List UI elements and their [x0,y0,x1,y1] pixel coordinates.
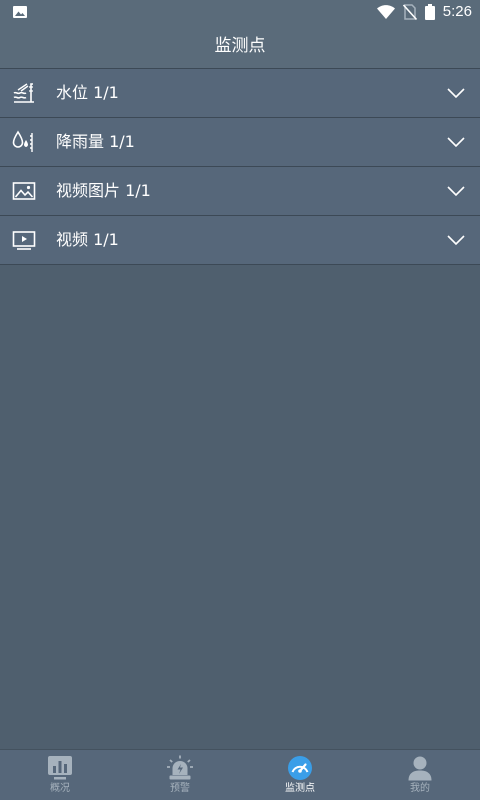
gauge-icon [288,756,312,780]
chevron-down-icon[interactable] [446,184,466,198]
list-item-label: 视频图片 1/1 [56,181,151,200]
tab-profile[interactable]: 我的 [360,750,480,800]
tab-overview[interactable]: 概况 [0,750,120,800]
list-item-rainfall[interactable]: 降雨量 1/1 [0,118,480,167]
tab-monitoring-points[interactable]: 监测点 [240,750,360,800]
status-bar: 5:26 [0,0,480,24]
rainfall-icon [12,130,33,152]
list-item-label: 视频 1/1 [56,230,119,249]
wifi-icon [376,5,395,19]
user-icon [408,756,432,781]
alarm-siren-icon [167,755,193,780]
list-item-label: 降雨量 1/1 [56,132,135,151]
tab-label: 我的 [410,783,430,794]
tab-label: 预警 [170,783,190,794]
list-item-video[interactable]: 视频 1/1 [0,216,480,265]
tab-alerts[interactable]: 预警 [120,750,240,800]
battery-icon [424,4,435,20]
image-icon [12,182,36,200]
list-item-video-images[interactable]: 视频图片 1/1 [0,167,480,216]
chevron-down-icon[interactable] [446,86,466,100]
list-item-water-level[interactable]: 水位 1/1 [0,69,480,118]
image-notification-icon [13,6,27,18]
chevron-down-icon[interactable] [446,135,466,149]
overview-chart-icon [48,756,72,780]
tab-label: 概况 [50,783,70,794]
no-sim-icon [402,4,417,20]
page-title: 监测点 [214,36,266,56]
video-icon [12,231,36,250]
bottom-tab-bar: 概况 预警 监测点 我的 [0,749,480,800]
tab-label: 监测点 [285,783,315,794]
list-item-label: 水位 1/1 [56,83,119,102]
chevron-down-icon[interactable] [446,233,466,247]
status-time: 5:26 [442,3,472,20]
app-bar: 监测点 [0,24,480,69]
monitoring-category-list: 水位 1/1 降雨量 1/1 视频图片 1/1 视频 1/1 [0,69,480,265]
water-level-icon [13,83,34,103]
